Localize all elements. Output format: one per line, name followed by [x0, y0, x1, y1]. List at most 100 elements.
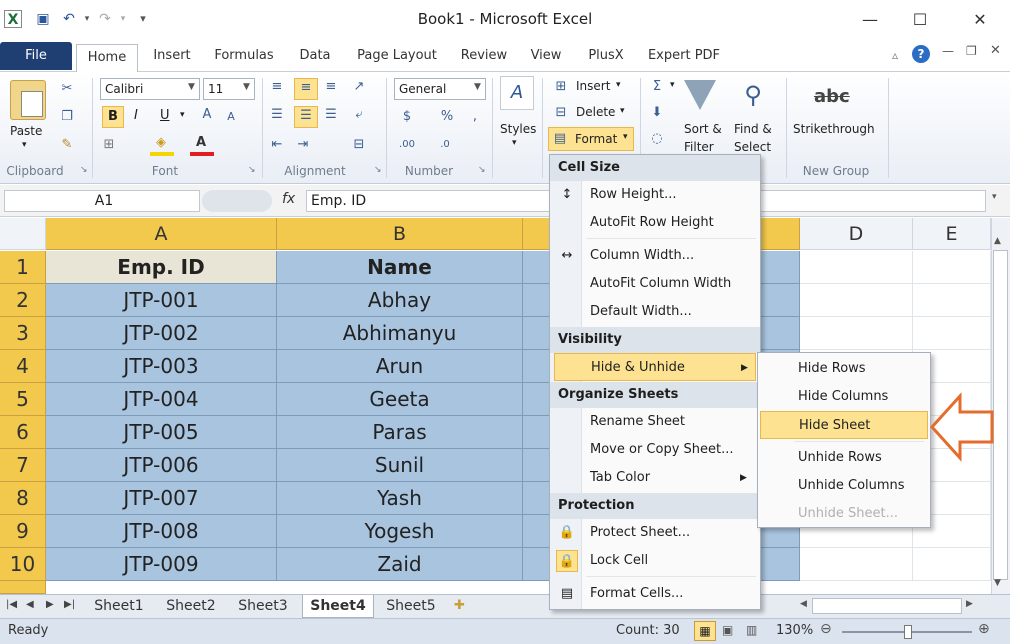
workbook-close-icon[interactable]: ✕ — [990, 43, 1001, 58]
align-middle-icon[interactable]: ≡ — [294, 78, 318, 100]
next-sheet-icon[interactable]: ▶ — [46, 599, 54, 610]
format-painter-icon[interactable]: ✎ — [58, 136, 76, 154]
last-sheet-icon[interactable]: ▶| — [64, 599, 75, 610]
menu-item-protect-sheet[interactable]: 🔒 Protect Sheet... — [550, 519, 760, 547]
horizontal-scroll-thumb[interactable] — [812, 598, 962, 614]
workbook-restore-icon[interactable]: ❐ — [966, 44, 977, 58]
zoom-in-icon[interactable]: ⊕ — [978, 621, 990, 637]
row-header[interactable]: 7 — [0, 449, 46, 482]
sort-filter-label-2[interactable]: Filter — [684, 140, 714, 154]
cell-b[interactable]: Abhimanyu — [277, 317, 523, 350]
insert-button[interactable]: Insert — [576, 79, 610, 93]
cell-a[interactable]: JTP-005 — [46, 416, 277, 449]
align-top-icon[interactable]: ≡ — [268, 78, 286, 96]
submenu-item-hide-sheet[interactable]: Hide Sheet — [760, 411, 928, 439]
number-launcher-icon[interactable]: ↘ — [478, 165, 486, 175]
underline-button[interactable]: U — [160, 108, 170, 123]
expand-formula-icon[interactable]: ▾ — [992, 192, 997, 202]
cell-a[interactable]: JTP-009 — [46, 548, 277, 581]
alignment-launcher-icon[interactable]: ↘ — [374, 165, 382, 175]
scroll-right-icon[interactable]: ▶ — [966, 599, 973, 609]
delete-button[interactable]: Delete — [576, 105, 615, 119]
normal-view-icon[interactable]: ▦ — [694, 621, 716, 641]
cell-a[interactable]: JTP-006 — [46, 449, 277, 482]
merge-center-icon[interactable]: ⊟ — [350, 136, 368, 154]
cell-a[interactable]: Emp. ID — [46, 251, 277, 284]
row-header[interactable]: 6 — [0, 416, 46, 449]
delete-cells-icon[interactable]: ⊟ — [552, 104, 570, 122]
row-header[interactable]: 9 — [0, 515, 46, 548]
sheet-tab-sheet1[interactable]: Sheet1 — [88, 595, 150, 618]
menu-item-move-copy-sheet[interactable]: Move or Copy Sheet... — [550, 436, 760, 464]
column-header-d[interactable]: D — [800, 218, 913, 250]
cell-a[interactable]: JTP-008 — [46, 515, 277, 548]
sheet-tab-sheet3[interactable]: Sheet3 — [232, 595, 294, 618]
cell-b[interactable]: Yogesh — [277, 515, 523, 548]
decrease-decimal-icon[interactable]: .0 — [436, 136, 454, 154]
sort-filter-icon[interactable] — [684, 80, 716, 110]
menu-item-autofit-column-width[interactable]: AutoFit Column Width — [550, 270, 760, 298]
menu-item-default-width[interactable]: Default Width... — [550, 298, 760, 326]
cell-b[interactable]: Sunil — [277, 449, 523, 482]
cell-d[interactable] — [800, 284, 913, 317]
cell-a[interactable]: JTP-004 — [46, 383, 277, 416]
currency-icon[interactable]: $ — [398, 108, 416, 126]
scroll-up-icon[interactable]: ▲ — [994, 236, 1001, 246]
row-header[interactable]: 5 — [0, 383, 46, 416]
tab-review[interactable]: Review — [458, 44, 510, 70]
tab-file[interactable]: File — [0, 42, 72, 70]
help-icon[interactable]: ? — [912, 45, 930, 63]
tab-home[interactable]: Home — [76, 44, 138, 73]
zoom-level[interactable]: 130% — [776, 623, 813, 638]
row-header[interactable]: 4 — [0, 350, 46, 383]
zoom-slider-thumb[interactable] — [904, 625, 912, 639]
strikethrough-icon[interactable]: abc — [814, 86, 850, 107]
name-box[interactable]: A1 — [4, 190, 200, 212]
paste-dropdown-icon[interactable]: ▾ — [22, 140, 27, 150]
cell-d[interactable] — [800, 548, 913, 581]
scroll-down-icon[interactable]: ▼ — [994, 578, 1001, 588]
cell-b[interactable]: Yash — [277, 482, 523, 515]
sheet-tab-sheet5[interactable]: Sheet5 — [380, 595, 442, 618]
font-color-icon[interactable]: A — [192, 134, 210, 152]
borders-icon[interactable]: ⊞ — [100, 136, 118, 154]
autosum-icon[interactable]: Σ — [648, 78, 666, 96]
paste-icon[interactable] — [10, 80, 46, 120]
tab-page-layout[interactable]: Page Layout — [352, 44, 442, 70]
scroll-left-icon[interactable]: ◀ — [800, 599, 807, 609]
fill-icon[interactable]: ⬇ — [648, 104, 666, 122]
column-header-b[interactable]: B — [277, 218, 523, 250]
menu-item-hide-unhide[interactable]: Hide & Unhide ▶ — [554, 353, 756, 381]
submenu-item-hide-columns[interactable]: Hide Columns — [758, 383, 930, 411]
cell-b[interactable]: Geeta — [277, 383, 523, 416]
orientation-icon[interactable]: ↗ — [350, 78, 368, 96]
menu-item-lock-cell[interactable]: 🔒 Lock Cell — [550, 547, 760, 575]
column-header-a[interactable]: A — [46, 218, 277, 250]
increase-decimal-icon[interactable]: .00 — [398, 136, 416, 154]
styles-dropdown-icon[interactable]: ▾ — [512, 138, 517, 148]
binoculars-icon[interactable]: ⚲ — [738, 80, 768, 110]
decrease-font-icon[interactable]: A — [222, 108, 240, 126]
cell-a[interactable]: JTP-003 — [46, 350, 277, 383]
cell-e[interactable] — [913, 284, 991, 317]
prev-sheet-icon[interactable]: ◀ — [26, 599, 34, 610]
decrease-indent-icon[interactable]: ⇤ — [268, 136, 286, 154]
cell-a[interactable]: JTP-007 — [46, 482, 277, 515]
cell-a[interactable]: JTP-002 — [46, 317, 277, 350]
wrap-text-icon[interactable]: ⤶ — [350, 106, 368, 124]
menu-item-tab-color[interactable]: Tab Color ▶ — [550, 464, 760, 492]
ribbon-collapse-icon[interactable]: ▵ — [892, 48, 898, 62]
align-left-icon[interactable]: ☰ — [268, 106, 286, 124]
increase-indent-icon[interactable]: ⇥ — [294, 136, 312, 154]
align-center-icon[interactable]: ☰ — [294, 106, 318, 128]
clear-icon[interactable]: ◌ — [648, 130, 666, 148]
cell-d[interactable] — [800, 251, 913, 284]
row-header[interactable]: 10 — [0, 548, 46, 581]
formula-bar-handle[interactable] — [202, 190, 272, 212]
sheet-tab-sheet2[interactable]: Sheet2 — [160, 595, 222, 618]
font-size-dropdown-icon[interactable]: ▼ — [243, 82, 250, 92]
format-button[interactable]: ▤ Format ▾ — [548, 127, 634, 151]
submenu-item-hide-rows[interactable]: Hide Rows — [758, 355, 930, 383]
align-right-icon[interactable]: ☰ — [322, 106, 340, 124]
increase-font-icon[interactable]: A — [198, 106, 216, 124]
